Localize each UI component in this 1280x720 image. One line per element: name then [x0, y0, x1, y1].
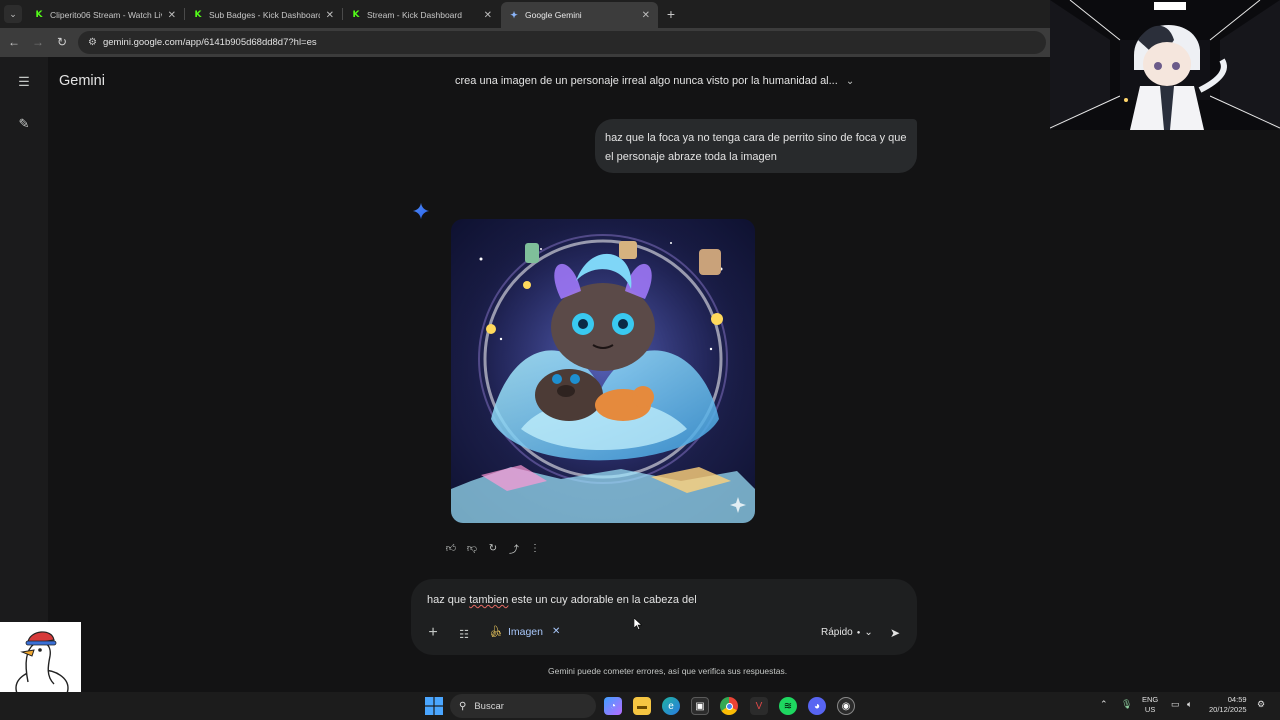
windows-start-icon[interactable] [425, 697, 443, 715]
send-icon[interactable]: ➤ [887, 625, 903, 641]
screen: ⌄ K Cliperito06 Stream - Watch Live ✕ K … [0, 0, 1280, 720]
chevron-down-icon: ⌄ [864, 627, 873, 638]
tab-label: Sub Badges - Kick Dashboard [209, 10, 320, 20]
clock-time: 04:59 [1227, 695, 1247, 704]
model-selector[interactable]: Rápido ● ⌄ [821, 627, 873, 638]
input-language[interactable]: ENG US [1142, 695, 1158, 715]
webcam-overlay [1050, 0, 1280, 130]
kick-icon: K [35, 10, 43, 20]
generated-image[interactable] [451, 219, 755, 523]
notifications-icon[interactable]: ⚙ [1257, 699, 1265, 710]
conversation-title[interactable]: crea una imagen de un personaje irreal a… [455, 75, 854, 87]
kick-icon: K [352, 10, 360, 20]
tab-label: Google Gemini [525, 10, 582, 20]
tools-icon[interactable]: ☷ [457, 627, 471, 641]
banana-icon: 🍌︎ [489, 626, 503, 638]
file-explorer-icon[interactable]: ▬ [633, 697, 651, 715]
model-badge-icon: ● [856, 629, 861, 636]
model-label: Rápido [821, 627, 853, 638]
tab-cliperito-stream[interactable]: K Cliperito06 Stream - Watch Live ✕ [26, 2, 184, 28]
tab-label: Cliperito06 Stream - Watch Live [50, 10, 162, 20]
browser-toolbar: ← → ↻ ⚙ gemini.google.com/app/6141b905d6… [0, 28, 1050, 57]
thumbs-down-icon[interactable]: 👎︎ [465, 541, 479, 555]
tab-label: Stream - Kick Dashboard [367, 10, 462, 20]
gemini-icon: ✦ [510, 9, 518, 20]
mouse-cursor-icon [634, 618, 642, 630]
search-label: Buscar [474, 700, 504, 712]
microphone-icon[interactable]: 🎙︎ [1121, 699, 1132, 710]
taskbar-search[interactable]: ⚲ Buscar [450, 694, 596, 718]
prompt-composer: haz que tambien este un cuy adorable en … [411, 579, 917, 655]
image-tool-chip[interactable]: 🍌︎ Imagen ✕ [489, 625, 560, 639]
close-tab-icon[interactable]: ✕ [168, 10, 176, 21]
discord-icon[interactable]: ◕ [808, 697, 826, 715]
copilot-icon[interactable]: ◔ [604, 697, 622, 715]
response-actions: 👍︎ 👎︎ ↻ ⤴ ⋮ [444, 541, 542, 556]
network-icon[interactable]: ▭ [1171, 699, 1180, 710]
more-options-icon[interactable]: ⋮ [528, 541, 542, 555]
gemini-app: ☰ ✎ Gemini crea una imagen de un persona… [0, 57, 1280, 692]
prompt-text: este un cuy adorable en la cabeza del [508, 594, 697, 606]
generated-image-art [451, 219, 755, 523]
chrome-icon[interactable] [720, 697, 738, 715]
remove-tool-icon[interactable]: ✕ [552, 626, 560, 637]
edge-icon[interactable]: e [662, 697, 680, 715]
gemini-spark-icon [412, 202, 430, 220]
reload-icon[interactable]: ↻ [54, 34, 70, 50]
new-chat-icon[interactable]: ✎ [16, 116, 32, 132]
prompt-text: haz que [427, 594, 470, 606]
tab-strip: ⌄ K Cliperito06 Stream - Watch Live ✕ K … [0, 0, 1050, 28]
disclaimer: Gemini puede cometer errores, así que ve… [548, 666, 788, 676]
tab-google-gemini[interactable]: ✦ Google Gemini ✕ [501, 2, 658, 28]
thumbs-up-icon[interactable]: 👍︎ [444, 541, 458, 555]
language-code: ENG [1142, 695, 1159, 704]
taskbar: ⚲ Buscar ◔ ▬ e ▣ V ≋ ◕ ◉ ⌃ 🎙︎ ENG US ▭ 🔈… [0, 692, 1280, 720]
share-icon[interactable]: ⤴ [507, 541, 521, 556]
app-title: Gemini [59, 73, 105, 89]
close-tab-icon[interactable]: ✕ [326, 10, 334, 21]
new-tab-icon[interactable]: + [662, 5, 680, 23]
menu-icon[interactable]: ☰ [16, 74, 32, 90]
add-icon[interactable]: + [425, 624, 441, 641]
store-icon[interactable]: ▣ [691, 697, 709, 715]
site-info-icon[interactable]: ⚙ [88, 37, 97, 48]
streamer-avatar [1050, 0, 1280, 130]
obs-icon[interactable]: ◉ [837, 697, 855, 715]
clock-date: 20/12/2025 [1209, 705, 1247, 714]
image-tool-label: Imagen [507, 625, 543, 638]
close-tab-icon[interactable]: ✕ [484, 10, 492, 21]
regenerate-icon[interactable]: ↻ [486, 541, 500, 555]
tab-stream-dashboard[interactable]: K Stream - Kick Dashboard ✕ [343, 2, 500, 28]
prompt-misspelled-word: tambien [469, 594, 509, 606]
valorant-icon[interactable]: V [750, 697, 768, 715]
tab-sub-badges[interactable]: K Sub Badges - Kick Dashboard ✕ [185, 2, 342, 28]
system-clock[interactable]: 04:59 20/12/2025 [1209, 695, 1247, 715]
tab-search-chevron-icon[interactable]: ⌄ [4, 5, 22, 23]
chevron-down-icon[interactable]: ⌄ [846, 76, 854, 87]
side-rail: ☰ ✎ [0, 57, 48, 692]
back-icon[interactable]: ← [6, 34, 22, 50]
url-text: gemini.google.com/app/6141b905d68dd8d7?h… [102, 37, 317, 48]
language-region: US [1144, 705, 1156, 714]
close-tab-icon[interactable]: ✕ [642, 10, 650, 21]
kick-icon: K [194, 10, 202, 20]
volume-icon[interactable]: 🔈︎ [1187, 699, 1192, 710]
forward-icon[interactable]: → [30, 34, 46, 50]
search-icon: ⚲ [459, 700, 467, 712]
user-message: haz que la foca ya no tenga cara de perr… [595, 119, 917, 173]
conversation-title-text: crea una imagen de un personaje irreal a… [455, 75, 838, 87]
prompt-input[interactable]: haz que tambien este un cuy adorable en … [427, 594, 697, 606]
address-bar[interactable]: ⚙ gemini.google.com/app/6141b905d68dd8d7… [78, 31, 1046, 54]
spotify-icon[interactable]: ≋ [779, 697, 797, 715]
tray-overflow-icon[interactable]: ⌃ [1100, 699, 1108, 710]
